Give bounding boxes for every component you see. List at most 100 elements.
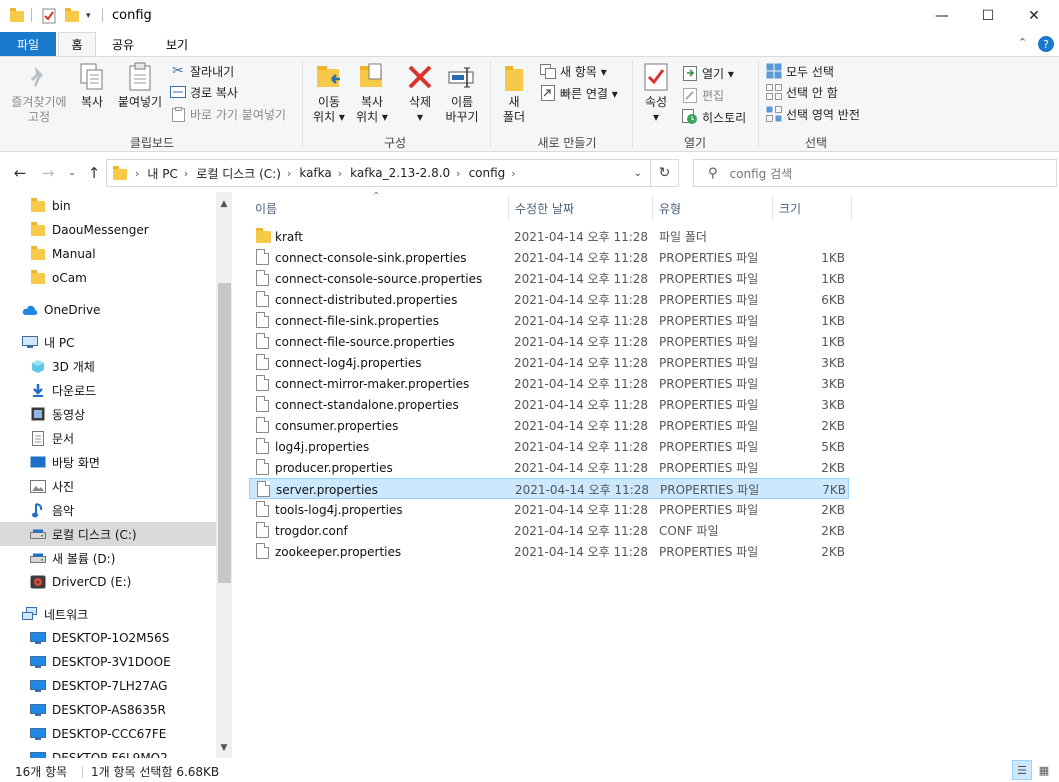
pin-quick-access-button[interactable]: 즐겨찾기에 고정 — [6, 61, 72, 125]
delete-button[interactable]: 삭제 ▾ — [400, 61, 440, 125]
tab-share[interactable]: 공유 — [100, 32, 146, 56]
table-row[interactable]: connect-console-sink.properties 2021-04-1… — [249, 247, 849, 268]
scroll-up-chevron-icon[interactable]: ▲ — [216, 196, 232, 212]
breadcrumb-chevron-icon[interactable]: › — [338, 167, 342, 180]
up-arrow-icon[interactable]: ↑ — [84, 162, 104, 184]
breadcrumb-chevron-icon[interactable]: › — [184, 167, 188, 180]
breadcrumb-chevron-icon[interactable]: › — [456, 167, 460, 180]
table-row[interactable]: connect-log4j.properties 2021-04-14 오후 11… — [249, 352, 849, 373]
copy-to-button[interactable]: 복사 위치 ▾ — [351, 61, 393, 125]
back-arrow-icon[interactable]: ← — [10, 162, 30, 184]
search-box[interactable]: ⚲ config 검색 — [693, 159, 1057, 187]
history-button[interactable]: 히스토리 — [682, 107, 746, 127]
customize-quick-access-icon[interactable]: ▾ — [86, 7, 91, 25]
nav-item[interactable]: 다운로드 — [0, 378, 216, 402]
invert-selection-button[interactable]: 선택 영역 반전 — [766, 104, 860, 124]
cut-button[interactable]: ✂ 잘라내기 — [170, 61, 234, 81]
nav-item[interactable]: 동영상 — [0, 402, 216, 426]
table-row[interactable]: connect-file-sink.properties 2021-04-14 오… — [249, 310, 849, 331]
rename-button[interactable]: 이름 바꾸기 — [441, 61, 483, 125]
select-all-button[interactable]: 모두 선택 — [766, 61, 834, 81]
table-row[interactable]: connect-distributed.properties 2021-04-14… — [249, 289, 849, 310]
nav-item[interactable]: DESKTOP-AS8635R — [0, 698, 216, 722]
scroll-down-chevron-icon[interactable]: ▼ — [216, 740, 232, 756]
nav-item[interactable]: 내 PC — [0, 330, 216, 354]
maximize-button[interactable]: ☐ — [965, 0, 1011, 32]
nav-item[interactable]: Manual — [0, 242, 216, 266]
nav-item[interactable]: DESKTOP-3V1DOOE — [0, 650, 216, 674]
nav-item[interactable]: DriverCD (E:) — [0, 570, 216, 594]
table-row[interactable]: trogdor.conf 2021-04-14 오후 11:28 CONF 파일 2K… — [249, 520, 849, 541]
breadcrumb-config[interactable]: config — [469, 166, 506, 180]
nav-item[interactable]: 새 볼륨 (D:) — [0, 546, 216, 570]
copy-path-button[interactable]: 경로 복사 — [170, 82, 238, 102]
new-folder-quick-icon[interactable] — [65, 7, 79, 25]
nav-item[interactable]: 바탕 화면 — [0, 450, 216, 474]
new-item-button[interactable]: 새 항목 ▾ — [540, 61, 607, 81]
close-button[interactable]: ✕ — [1011, 0, 1057, 32]
nav-item[interactable]: 로컬 디스크 (C:) — [0, 522, 216, 546]
column-header-size[interactable]: 크기 — [773, 196, 852, 220]
select-none-button[interactable]: 선택 안 함 — [766, 82, 838, 102]
new-folder-button[interactable]: 새 폴더 — [496, 61, 532, 125]
help-icon[interactable]: ? — [1038, 36, 1054, 52]
paste-button[interactable]: 붙여넣기 — [114, 61, 166, 110]
details-view-icon[interactable]: ☰ — [1012, 760, 1032, 780]
table-row[interactable]: zookeeper.properties 2021-04-14 오후 11:28 P… — [249, 541, 849, 562]
table-row[interactable]: connect-standalone.properties 2021-04-14 … — [249, 394, 849, 415]
search-input[interactable]: config 검색 — [730, 165, 793, 182]
breadcrumb-chevron-icon[interactable]: › — [135, 167, 139, 180]
properties-button[interactable]: 속성 ▾ — [638, 61, 674, 125]
address-bar[interactable]: › 내 PC › 로컬 디스크 (C:) › kafka › kafka_2.1… — [106, 159, 651, 187]
recent-locations-chevron-icon[interactable]: ⌄ — [62, 162, 82, 184]
easy-access-button[interactable]: 빠른 연결 ▾ — [540, 83, 618, 103]
table-row[interactable]: log4j.properties 2021-04-14 오후 11:28 PROPE… — [249, 436, 849, 457]
nav-item[interactable]: oCam — [0, 266, 216, 290]
breadcrumb-kafka-version[interactable]: kafka_2.13-2.8.0 — [350, 166, 450, 180]
nav-item[interactable]: DESKTOP-CCC67FE — [0, 722, 216, 746]
table-row[interactable]: server.properties 2021-04-14 오후 11:28 PROP… — [249, 478, 849, 499]
properties-quick-icon[interactable] — [42, 7, 56, 25]
column-header-date[interactable]: 수정한 날짜 — [509, 196, 653, 220]
table-row[interactable]: kraft 2021-04-14 오후 11:28 파일 폴더 — [249, 226, 849, 247]
table-row[interactable]: connect-console-source.properties 2021-04… — [249, 268, 849, 289]
table-row[interactable]: consumer.properties 2021-04-14 오후 11:28 PR… — [249, 415, 849, 436]
nav-scrollbar-thumb[interactable] — [218, 283, 231, 583]
nav-item[interactable]: DESKTOP-F6L9MO2 — [0, 746, 216, 758]
open-button[interactable]: 열기 ▾ — [682, 63, 734, 83]
refresh-icon[interactable]: ↻ — [651, 159, 679, 187]
nav-item[interactable]: bin — [0, 194, 216, 218]
breadcrumb-kafka[interactable]: kafka — [299, 166, 331, 180]
table-row[interactable]: connect-mirror-maker.properties 2021-04-1… — [249, 373, 849, 394]
nav-item[interactable]: DESKTOP-1O2M56S — [0, 626, 216, 650]
table-row[interactable]: connect-file-source.properties 2021-04-14… — [249, 331, 849, 352]
address-history-chevron-icon[interactable]: ⌄ — [634, 168, 642, 179]
paste-shortcut-button[interactable]: 바로 가기 붙여넣기 — [170, 104, 286, 124]
column-header-name[interactable]: 이름 — [249, 196, 509, 220]
nav-item[interactable]: 음악 — [0, 498, 216, 522]
tab-file[interactable]: 파일 — [0, 32, 56, 56]
minimize-button[interactable]: — — [919, 0, 965, 32]
large-icons-view-icon[interactable]: ▦ — [1034, 760, 1054, 780]
nav-item[interactable]: DESKTOP-7LH27AG — [0, 674, 216, 698]
nav-item[interactable]: 문서 — [0, 426, 216, 450]
collapse-ribbon-icon[interactable]: ⌃ — [1018, 36, 1027, 49]
column-header-type[interactable]: 유형 — [653, 196, 773, 220]
nav-item[interactable]: 네트워크 — [0, 602, 216, 626]
breadcrumb-c-drive[interactable]: 로컬 디스크 (C:) — [196, 165, 281, 182]
copy-button[interactable]: 복사 — [72, 61, 112, 110]
nav-item[interactable]: 3D 개체 — [0, 354, 216, 378]
breadcrumb-chevron-icon[interactable]: › — [287, 167, 291, 180]
nav-item[interactable]: OneDrive — [0, 298, 216, 322]
nav-item[interactable]: DaouMessenger — [0, 218, 216, 242]
breadcrumb-pc[interactable]: 내 PC — [147, 165, 177, 182]
tab-view[interactable]: 보기 — [152, 32, 202, 56]
forward-arrow-icon[interactable]: → — [38, 162, 58, 184]
breadcrumb-chevron-icon[interactable]: › — [511, 167, 515, 180]
edit-button[interactable]: 편집 — [682, 85, 724, 105]
tab-home[interactable]: 홈 — [58, 32, 96, 56]
table-row[interactable]: tools-log4j.properties 2021-04-14 오후 11:2… — [249, 499, 849, 520]
table-row[interactable]: producer.properties 2021-04-14 오후 11:28 PR… — [249, 457, 849, 478]
nav-item[interactable]: 사진 — [0, 474, 216, 498]
move-to-button[interactable]: 이동 위치 ▾ — [308, 61, 350, 125]
